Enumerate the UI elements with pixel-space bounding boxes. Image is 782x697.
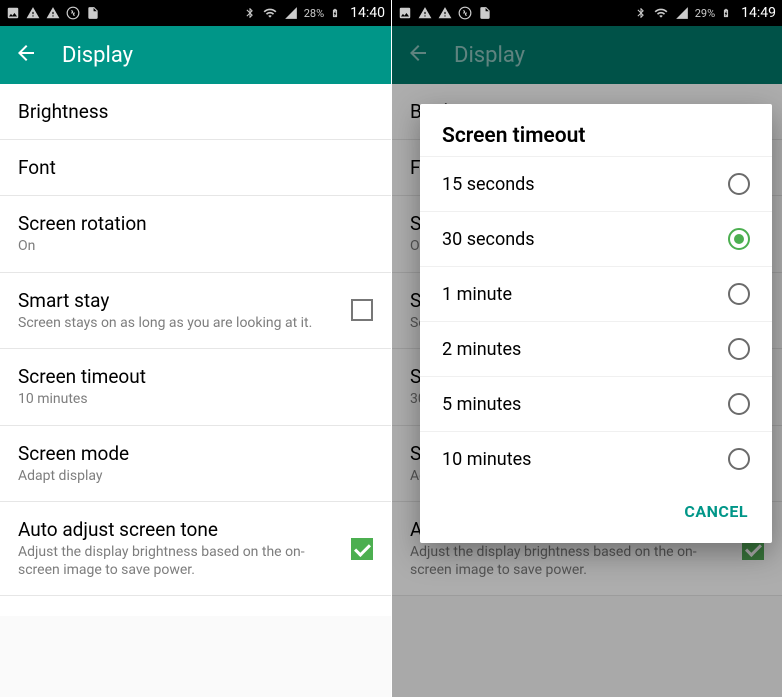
dialog-actions: CANCEL bbox=[420, 486, 772, 539]
page-title: Display bbox=[62, 43, 133, 68]
item-font[interactable]: Font bbox=[0, 140, 391, 196]
item-smart-stay[interactable]: Smart stay Screen stays on as long as yo… bbox=[0, 273, 391, 350]
app-bar: Display bbox=[0, 26, 391, 84]
radio[interactable] bbox=[728, 393, 750, 415]
item-subtext: Screen stays on as long as you are looki… bbox=[18, 315, 341, 333]
warning-icon bbox=[26, 6, 40, 20]
radio[interactable] bbox=[728, 283, 750, 305]
shazam-icon bbox=[458, 6, 472, 20]
radio[interactable] bbox=[728, 448, 750, 470]
screenshot-right: 29% 14:49 Display Brightness Font Screen… bbox=[391, 0, 782, 697]
wifi-icon bbox=[262, 6, 278, 20]
option-label: 30 seconds bbox=[442, 229, 728, 250]
option-1-minute[interactable]: 1 minute bbox=[420, 266, 772, 321]
item-partial[interactable] bbox=[0, 596, 391, 616]
option-30-seconds[interactable]: 30 seconds bbox=[420, 211, 772, 266]
option-label: 15 seconds bbox=[442, 174, 728, 195]
bluetooth-icon bbox=[635, 6, 647, 20]
screenshot-left: 28% 14:40 Display Brightness Font Screen… bbox=[0, 0, 391, 697]
option-label: 10 minutes bbox=[442, 449, 728, 470]
warning-icon bbox=[46, 6, 60, 20]
item-label: Brightness bbox=[18, 100, 363, 123]
radio[interactable] bbox=[728, 173, 750, 195]
document-icon bbox=[478, 6, 492, 20]
warning-icon bbox=[438, 6, 452, 20]
clock-text: 14:40 bbox=[350, 5, 385, 21]
image-icon bbox=[6, 6, 20, 20]
settings-list: Brightness Font Screen rotation On Smart… bbox=[0, 84, 391, 616]
battery-icon bbox=[330, 6, 340, 20]
radio[interactable] bbox=[728, 338, 750, 360]
item-screen-mode[interactable]: Screen mode Adapt display bbox=[0, 426, 391, 503]
clock-text: 14:49 bbox=[741, 5, 776, 21]
option-15-seconds[interactable]: 15 seconds bbox=[420, 156, 772, 211]
item-subtext: On bbox=[18, 238, 363, 256]
screen-timeout-dialog: Screen timeout 15 seconds 30 seconds 1 m… bbox=[420, 104, 772, 543]
item-brightness[interactable]: Brightness bbox=[0, 84, 391, 140]
checkbox[interactable] bbox=[351, 299, 373, 321]
option-10-minutes[interactable]: 10 minutes bbox=[420, 431, 772, 486]
item-screen-timeout[interactable]: Screen timeout 10 minutes bbox=[0, 349, 391, 426]
option-label: 5 minutes bbox=[442, 394, 728, 415]
item-label: Smart stay bbox=[18, 289, 341, 312]
option-label: 2 minutes bbox=[442, 339, 728, 360]
item-label: Screen mode bbox=[18, 442, 363, 465]
item-label: Screen timeout bbox=[18, 365, 363, 388]
item-subtext: Adapt display bbox=[18, 468, 363, 486]
option-5-minutes[interactable]: 5 minutes bbox=[420, 376, 772, 431]
checkbox[interactable] bbox=[351, 538, 373, 560]
bluetooth-icon bbox=[244, 6, 256, 20]
back-icon[interactable] bbox=[14, 41, 38, 69]
battery-text: 28% bbox=[304, 7, 324, 20]
document-icon bbox=[86, 6, 100, 20]
dialog-title: Screen timeout bbox=[420, 124, 772, 156]
cancel-button[interactable]: CANCEL bbox=[674, 494, 758, 529]
battery-text: 29% bbox=[695, 7, 715, 20]
status-bar: 28% 14:40 bbox=[0, 0, 391, 26]
option-label: 1 minute bbox=[442, 284, 728, 305]
shazam-icon bbox=[66, 6, 80, 20]
item-auto-adjust-tone[interactable]: Auto adjust screen tone Adjust the displ… bbox=[0, 502, 391, 596]
radio[interactable] bbox=[728, 228, 750, 250]
wifi-icon bbox=[653, 6, 669, 20]
battery-icon bbox=[721, 6, 731, 20]
option-2-minutes[interactable]: 2 minutes bbox=[420, 321, 772, 376]
item-subtext: Adjust the display brightness based on t… bbox=[18, 544, 341, 579]
item-label: Auto adjust screen tone bbox=[18, 518, 341, 541]
warning-icon bbox=[418, 6, 432, 20]
image-icon bbox=[398, 6, 412, 20]
signal-icon bbox=[284, 6, 298, 20]
item-label: Screen rotation bbox=[18, 212, 363, 235]
item-label: Font bbox=[18, 156, 363, 179]
item-screen-rotation[interactable]: Screen rotation On bbox=[0, 196, 391, 273]
item-subtext: 10 minutes bbox=[18, 391, 363, 409]
signal-icon bbox=[675, 6, 689, 20]
status-bar: 29% 14:49 bbox=[392, 0, 782, 26]
